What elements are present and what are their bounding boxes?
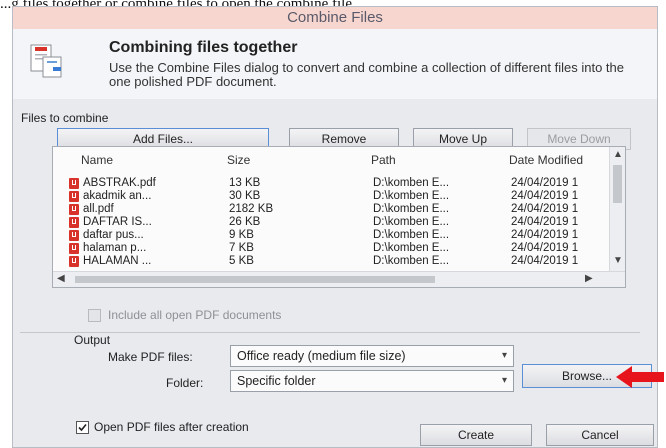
- make-pdf-label: Make PDF files:: [108, 350, 193, 364]
- scroll-up-icon[interactable]: ▲: [613, 149, 623, 161]
- file-date: 24/04/2019 1: [511, 190, 579, 202]
- file-size: 30 KB: [229, 190, 261, 202]
- table-row[interactable]: ABSTRAK.pdf 13 KB D:\komben E... 24/04/2…: [53, 177, 601, 190]
- folder-label: Folder:: [166, 376, 204, 390]
- file-path: D:\komben E...: [373, 190, 450, 202]
- file-list[interactable]: Name Size Path Date Modified ABSTRAK.pdf…: [52, 146, 626, 288]
- folder-select[interactable]: Specific folder ▾: [230, 370, 514, 392]
- folder-value: Specific folder: [237, 374, 316, 388]
- file-size: 2182 KB: [229, 203, 274, 215]
- file-name: HALAMAN ...: [83, 255, 152, 267]
- output-group-label: Output: [74, 333, 111, 347]
- column-header-size[interactable]: Size: [227, 153, 250, 167]
- file-name: daftar pus...: [83, 229, 144, 241]
- table-row[interactable]: HALAMAN ... 5 KB D:\komben E... 24/04/20…: [53, 255, 601, 268]
- combine-files-icon: [27, 41, 67, 81]
- table-row[interactable]: akadmik an... 30 KB D:\komben E... 24/04…: [53, 190, 601, 203]
- file-path: D:\komben E...: [373, 229, 450, 241]
- pdf-file-icon: [69, 217, 79, 228]
- file-name: ABSTRAK.pdf: [83, 177, 156, 189]
- column-header-name[interactable]: Name: [81, 153, 113, 167]
- file-name: all.pdf: [83, 203, 114, 215]
- file-size: 9 KB: [229, 229, 254, 241]
- header-description: Use the Combine Files dialog to convert …: [109, 60, 624, 89]
- open-after-creation-label: Open PDF files after creation: [94, 420, 249, 434]
- file-date: 24/04/2019 1: [511, 242, 579, 254]
- pdf-file-icon: [69, 191, 79, 202]
- pdf-file-icon: [69, 178, 79, 189]
- cancel-button[interactable]: Cancel: [546, 424, 654, 446]
- horizontal-scroll-thumb[interactable]: [75, 276, 435, 283]
- make-pdf-value: Office ready (medium file size): [237, 349, 406, 363]
- scroll-right-icon[interactable]: ▶: [585, 273, 593, 285]
- horizontal-scrollbar[interactable]: ◀ ▶: [53, 271, 625, 287]
- pdf-file-icon: [69, 256, 79, 267]
- table-row[interactable]: daftar pus... 9 KB D:\komben E... 24/04/…: [53, 229, 601, 242]
- vertical-scroll-thumb[interactable]: [613, 165, 622, 203]
- file-size: 26 KB: [229, 216, 261, 228]
- file-size: 5 KB: [229, 255, 254, 267]
- scroll-down-icon[interactable]: ▼: [613, 255, 623, 267]
- file-name: akadmik an...: [83, 190, 152, 202]
- file-date: 24/04/2019 1: [511, 255, 579, 267]
- column-header-path[interactable]: Path: [371, 153, 396, 167]
- file-path: D:\komben E...: [373, 177, 450, 189]
- dialog-title: Combine Files: [13, 7, 657, 29]
- vertical-scrollbar[interactable]: ▲ ▼: [609, 147, 625, 271]
- file-path: D:\komben E...: [373, 216, 450, 228]
- pdf-file-icon: [69, 230, 79, 241]
- file-date: 24/04/2019 1: [511, 203, 579, 215]
- open-after-creation-checkbox[interactable]: [76, 421, 89, 434]
- file-path: D:\komben E...: [373, 203, 450, 215]
- red-arrow-annotation: [616, 364, 664, 390]
- files-group-label: Files to combine: [21, 111, 109, 125]
- pdf-file-icon: [69, 243, 79, 254]
- table-row[interactable]: DAFTAR IS... 26 KB D:\komben E... 24/04/…: [53, 216, 601, 229]
- create-button[interactable]: Create: [420, 424, 532, 446]
- file-name: DAFTAR IS...: [83, 216, 152, 228]
- file-date: 24/04/2019 1: [511, 216, 579, 228]
- chevron-down-icon: ▾: [501, 375, 507, 386]
- pdf-file-icon: [69, 204, 79, 215]
- chevron-down-icon: ▾: [501, 350, 507, 361]
- file-size: 7 KB: [229, 242, 254, 254]
- file-name: halaman p...: [83, 242, 147, 254]
- file-path: D:\komben E...: [373, 242, 450, 254]
- dialog-header: Combining files together Use the Combine…: [13, 29, 657, 99]
- make-pdf-select[interactable]: Office ready (medium file size) ▾: [230, 345, 514, 367]
- table-row[interactable]: all.pdf 2182 KB D:\komben E... 24/04/201…: [53, 203, 601, 216]
- include-open-pdfs-checkbox[interactable]: [88, 309, 101, 322]
- file-date: 24/04/2019 1: [511, 177, 579, 189]
- file-size: 13 KB: [229, 177, 261, 189]
- file-date: 24/04/2019 1: [511, 229, 579, 241]
- include-open-pdfs-label: Include all open PDF documents: [108, 308, 282, 322]
- scroll-left-icon[interactable]: ◀: [57, 273, 65, 285]
- header-title: Combining files together: [109, 39, 298, 56]
- table-row[interactable]: halaman p... 7 KB D:\komben E... 24/04/2…: [53, 242, 601, 255]
- divider: [20, 332, 640, 333]
- file-path: D:\komben E...: [373, 255, 450, 267]
- column-header-date[interactable]: Date Modified: [509, 153, 609, 167]
